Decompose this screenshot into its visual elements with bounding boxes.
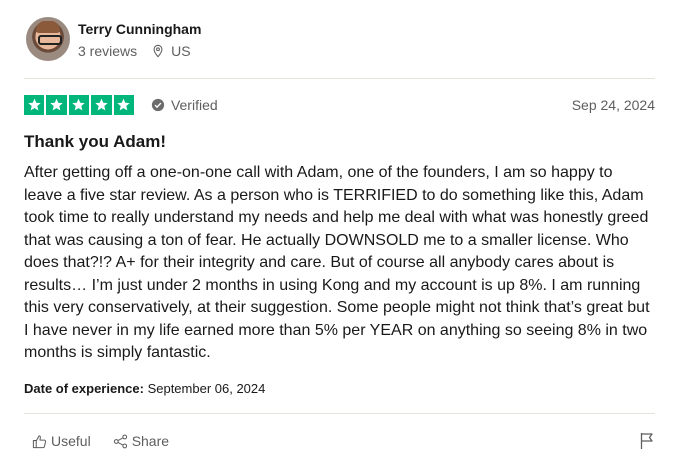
share-icon xyxy=(113,434,127,448)
useful-label: Useful xyxy=(51,433,91,449)
reviewer-location: US xyxy=(151,42,191,59)
divider xyxy=(24,78,655,79)
date-of-experience: Date of experience: September 06, 2024 xyxy=(24,381,265,396)
review-actions: Useful Share xyxy=(24,430,655,452)
share-label: Share xyxy=(131,433,170,449)
review-card: Terry Cunningham 3 reviews US Verified S… xyxy=(0,0,679,468)
flag-icon[interactable] xyxy=(639,432,655,450)
divider xyxy=(24,413,655,414)
review-count: 3 reviews xyxy=(78,42,138,59)
reviewer-country: US xyxy=(171,42,191,59)
star-icon xyxy=(68,94,90,116)
star-icon xyxy=(113,94,134,116)
verified-label: Verified xyxy=(170,97,218,113)
reviewer-stats: 3 reviews US xyxy=(78,43,201,59)
reviewer-meta: Terry Cunningham 3 reviews US xyxy=(78,20,201,59)
review-date: Sep 24, 2024 xyxy=(571,97,655,113)
experience-label: Date of experience: xyxy=(24,381,144,396)
location-icon xyxy=(153,44,163,57)
star-icon xyxy=(24,94,45,116)
rating-row: Verified Sep 24, 2024 xyxy=(24,94,655,116)
avatar[interactable] xyxy=(26,17,70,61)
verified-badge[interactable]: Verified xyxy=(151,97,218,113)
thumbs-up-icon xyxy=(32,434,47,448)
review-title[interactable]: Thank you Adam! xyxy=(24,132,166,152)
reviewer-header[interactable]: Terry Cunningham 3 reviews US xyxy=(26,17,201,61)
useful-button[interactable]: Useful xyxy=(32,433,91,449)
star-icon xyxy=(91,94,112,116)
star-rating xyxy=(24,94,134,116)
verified-check-icon xyxy=(151,98,165,112)
experience-date: September 06, 2024 xyxy=(147,381,266,396)
reviewer-name[interactable]: Terry Cunningham xyxy=(78,20,201,38)
star-icon xyxy=(46,94,67,116)
review-body: After getting off a one-on-one call with… xyxy=(24,164,650,361)
share-button[interactable]: Share xyxy=(113,433,169,449)
